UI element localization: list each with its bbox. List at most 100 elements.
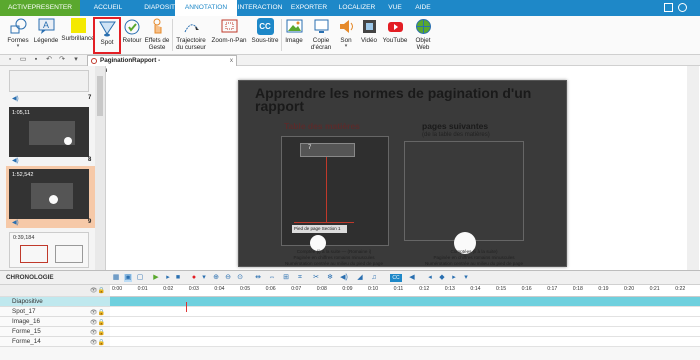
track-image-16[interactable]: Image_16 👁🔒 — [0, 317, 110, 327]
open-folder-icon[interactable]: ▭ — [19, 56, 27, 64]
trajectoire-curseur-button[interactable]: Trajectoire du curseur — [174, 17, 208, 51]
volume-icon[interactable]: ◀) — [340, 274, 348, 282]
split-icon[interactable]: ⇹ — [254, 274, 262, 282]
cut-icon[interactable]: ✂ — [312, 274, 320, 282]
sous-titre-button[interactable]: CC Sous-titre — [250, 17, 280, 44]
svg-text:A: A — [43, 20, 49, 30]
ruler-tick: 0:13 — [444, 286, 455, 292]
timeline-title: CHRONOLOGIE — [6, 274, 54, 281]
surbrillance-button[interactable]: Surbrillance — [61, 17, 95, 42]
redo-icon[interactable]: ↷ — [58, 56, 66, 64]
zoom-out-icon[interactable]: ⊖ — [224, 274, 232, 282]
youtube-icon — [387, 18, 404, 35]
track-bar-forme-15[interactable] — [110, 327, 700, 337]
playhead[interactable] — [186, 302, 187, 312]
audio-fade-icon[interactable]: ◢ — [356, 274, 364, 282]
grid-icon[interactable]: ▦ — [112, 274, 120, 282]
son-button[interactable]: Son ▾ — [336, 17, 356, 49]
ruler-tick: 0:09 — [342, 286, 353, 292]
ruler-tick: 0:07 — [291, 286, 302, 292]
ruler-tick: 0:06 — [265, 286, 276, 292]
save-icon[interactable]: ▪ — [32, 56, 40, 64]
visibility-lock-icons[interactable]: 👁🔒 — [90, 338, 105, 348]
timeline-options-icon[interactable]: ▾ — [462, 274, 470, 282]
effets-geste-button[interactable]: Effets de Geste — [143, 17, 171, 51]
track-forme-14[interactable]: Forme_14 👁🔒 — [0, 337, 110, 347]
ruler-tick: 0:02 — [163, 286, 174, 292]
feedback-icon — [124, 18, 141, 35]
track-diapositive[interactable]: Diapositive — [0, 297, 110, 307]
closed-caption-icon[interactable]: CC — [390, 274, 402, 282]
zoom-in-icon[interactable]: ⊕ — [212, 274, 220, 282]
document-tab[interactable]: PaginationRapport - PaginationRapport.ap… — [87, 55, 237, 74]
audio-settings-icon[interactable]: ◀ — [408, 274, 416, 282]
audio-edit-icon[interactable]: ♫ — [370, 274, 378, 282]
fit-icon[interactable]: ▢ — [136, 274, 144, 282]
minimize-icon[interactable] — [664, 3, 673, 12]
track-forme-15[interactable]: Forme_15 👁🔒 — [0, 327, 110, 337]
ruler-tick: 0:12 — [419, 286, 430, 292]
record-icon[interactable]: ● — [190, 274, 198, 282]
canvas-scrollbar[interactable] — [687, 66, 699, 270]
zoom-fit-icon[interactable]: ⊙ — [236, 274, 244, 282]
closed-caption-icon: CC — [256, 18, 274, 35]
ruler-tick: 0:15 — [496, 286, 507, 292]
slide-panel-scrollbar[interactable] — [95, 66, 105, 270]
slide-canvas[interactable]: Apprendre les normes de pagination d'un … — [238, 80, 567, 267]
shapes-icon — [10, 18, 27, 35]
mode-icon[interactable]: ▣ — [124, 274, 132, 282]
image-button[interactable]: Image — [283, 17, 305, 44]
crop-icon[interactable]: ⌗ — [296, 274, 304, 282]
app-menu-tab[interactable]: ACTIVEPRESENTER — [0, 0, 80, 16]
next-marker-icon[interactable]: ▸ — [450, 274, 458, 282]
tab-localizer[interactable]: LOCALIZER — [335, 0, 379, 16]
record-menu-icon[interactable]: ▾ — [200, 274, 208, 282]
help-icon[interactable] — [678, 3, 687, 12]
align-icon[interactable]: ⇔ — [268, 274, 276, 282]
project-icon — [91, 58, 97, 64]
spot-marker — [49, 195, 58, 204]
play-icon[interactable]: ▶ — [152, 274, 160, 282]
undo-icon[interactable]: ↶ — [45, 56, 53, 64]
right-subheading: (de la table des matières) — [422, 132, 490, 138]
marker-icon[interactable]: ◆ — [438, 274, 446, 282]
customize-chevron-icon[interactable]: ▾ — [72, 56, 80, 64]
time-ruler[interactable]: 0:00 0:01 0:02 0:03 0:04 0:05 0:06 0:07 0:08 0:09… — [110, 285, 700, 297]
ribbon-toolbar: Formes ▾ A Légende Surbrillance Spot Reto… — [0, 16, 700, 55]
track-bar-diapositive[interactable] — [110, 297, 700, 307]
track-spot-17[interactable]: Spot_17 👁🔒 — [0, 307, 110, 317]
previous-marker-icon[interactable]: ◂ — [426, 274, 434, 282]
formes-button[interactable]: Formes ▾ — [4, 17, 32, 49]
new-file-icon[interactable]: ▫ — [6, 56, 14, 64]
play-next-icon[interactable]: ▸ — [164, 274, 172, 282]
legende-button[interactable]: A Légende — [32, 17, 60, 44]
ruler-tick: 0:16 — [521, 286, 532, 292]
track-bar-forme-14[interactable] — [110, 337, 700, 347]
zoom-n-pan-button[interactable]: Zoom-n-Pan — [210, 17, 248, 44]
copie-ecran-button[interactable]: Copie d'écran — [307, 17, 335, 51]
track-bar-image-16[interactable] — [110, 317, 700, 327]
tab-accueil[interactable]: ACCUEIL — [82, 0, 134, 16]
globe-icon — [415, 18, 432, 35]
separator — [172, 19, 173, 51]
lock-icon[interactable]: 👁🔒 — [90, 286, 105, 296]
track-bar-spot-17[interactable] — [110, 307, 700, 317]
tab-exporter[interactable]: EXPORTER — [286, 0, 332, 16]
retour-button[interactable]: Retour — [121, 17, 143, 44]
ruler-tick: 0:22 — [675, 286, 686, 292]
stop-icon[interactable]: ■ — [174, 274, 182, 282]
video-button[interactable]: Vidéo — [358, 17, 380, 44]
speaker-icon — [338, 18, 355, 35]
objet-web-button[interactable]: Objet Web — [411, 17, 435, 51]
timeline-toolbar: CHRONOLOGIE ▦ ▣ ▢ ▶ ▸ ■ ● ▾ ⊕ ⊖ ⊙ ⇹ ⇔ ⊞ … — [0, 271, 700, 285]
tab-interaction[interactable]: INTERACTION — [237, 0, 283, 16]
tab-aide[interactable]: AIDE — [409, 0, 437, 16]
tab-annotation[interactable]: ANNOTATION — [175, 0, 237, 16]
ruler-tick: 0:11 — [393, 286, 404, 292]
close-icon[interactable]: x — [230, 56, 233, 66]
spot-button[interactable]: Spot — [93, 17, 121, 54]
tab-vue[interactable]: VUE — [383, 0, 407, 16]
freeze-icon[interactable]: ❄ — [326, 274, 334, 282]
youtube-button[interactable]: YouTube — [380, 17, 410, 44]
insert-time-icon[interactable]: ⊞ — [282, 274, 290, 282]
